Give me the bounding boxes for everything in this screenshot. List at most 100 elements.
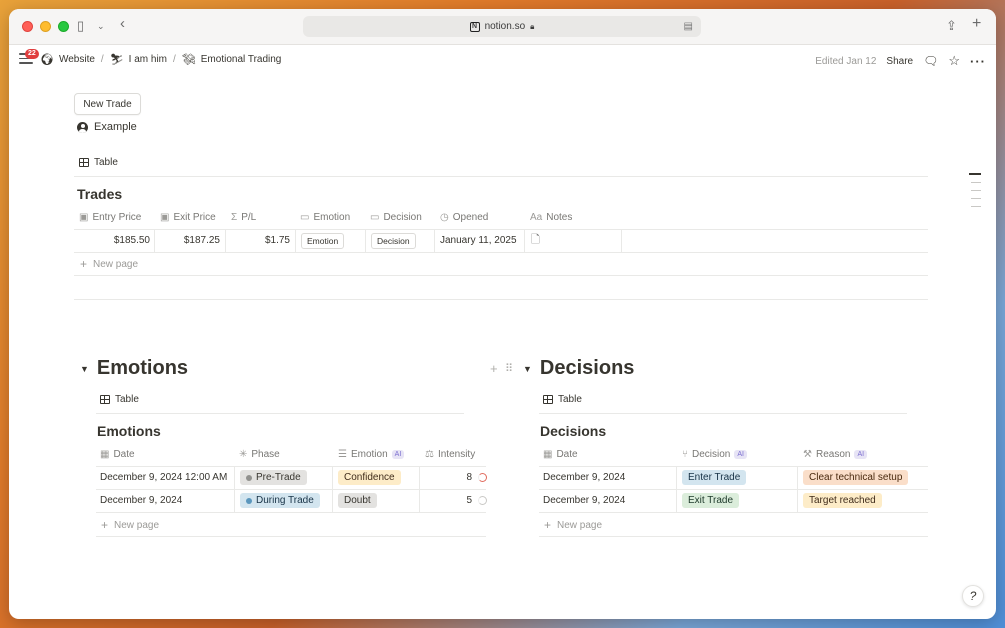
toc-line <box>971 181 981 183</box>
website-page-icon: 🌍︎ <box>40 54 54 66</box>
decision-tag: Exit Trade <box>682 493 740 508</box>
emotions-toggle-heading[interactable]: ▼ Emotions <box>80 357 188 380</box>
example-template[interactable]: Example <box>77 121 137 133</box>
emotion-button[interactable]: Emotion <box>301 232 345 249</box>
comments-icon[interactable]: 🗨︎ <box>923 54 938 68</box>
column-pl[interactable]: Σ P/L <box>231 212 256 223</box>
column-date[interactable]: ▦ Date <box>100 449 135 460</box>
cell-phase[interactable]: During Trade <box>240 489 320 512</box>
minimize-window-button[interactable] <box>40 21 51 32</box>
emotion-tag: Doubt <box>338 493 377 508</box>
add-block-icon[interactable]: + <box>490 361 498 376</box>
cell-intensity[interactable]: 5 <box>420 489 472 512</box>
column-date[interactable]: ▦ Date <box>543 449 578 460</box>
status-tag: Pre-Trade <box>240 470 307 485</box>
cell-reason[interactable]: Target reached <box>803 489 882 512</box>
cell-divider <box>434 229 435 252</box>
zoom-window-button[interactable] <box>58 21 69 32</box>
close-window-button[interactable] <box>22 21 33 32</box>
calendar-icon: ▦ <box>543 449 553 460</box>
emotions-view-tab-table[interactable]: Table <box>100 394 139 405</box>
decisions-toggle-heading[interactable]: ▼ Decisions <box>523 357 634 380</box>
toggle-triangle-icon[interactable]: ▼ <box>523 364 532 374</box>
cell-decision[interactable]: Exit Trade <box>682 489 740 512</box>
column-decision[interactable]: ⑂ Decision AI <box>682 449 747 460</box>
divider <box>539 413 907 414</box>
cell-decision[interactable]: Enter Trade <box>682 466 747 489</box>
emotions-db-title[interactable]: Emotions <box>97 423 161 439</box>
more-options-icon[interactable]: ··· <box>970 54 986 69</box>
column-emotion[interactable]: ▭ Emotion <box>300 212 350 223</box>
cell-date[interactable]: December 9, 2024 <box>543 489 625 512</box>
cell-intensity[interactable]: 8 <box>420 466 472 489</box>
notion-ai-help-button[interactable]: ? <box>962 585 984 607</box>
cell-opened[interactable]: January 11, 2025 <box>440 229 517 252</box>
new-trade-button[interactable]: New Trade <box>74 93 141 115</box>
decision-tag: Enter Trade <box>682 470 747 485</box>
edited-timestamp[interactable]: Edited Jan 12 <box>815 56 876 67</box>
ai-tag: AI <box>391 450 405 459</box>
cell-entry-price[interactable]: $185.50 <box>79 229 150 252</box>
breadcrumb-website[interactable]: Website <box>59 54 95 65</box>
column-emotion[interactable]: ☰ Emotion AI <box>338 449 405 460</box>
cell-phase[interactable]: Pre-Trade <box>240 466 307 489</box>
button-icon: ▭ <box>300 212 310 223</box>
cell-notes[interactable]: 🗋︎ <box>531 229 540 252</box>
reader-icon[interactable]: ▤ <box>684 21 693 32</box>
chevron-down-icon[interactable]: ⌄ <box>97 17 105 35</box>
breadcrumb-emotional-trading[interactable]: Emotional Trading <box>201 54 282 65</box>
cell-exit-price[interactable]: $187.25 <box>155 229 220 252</box>
breadcrumb-i-am-him[interactable]: I am him <box>129 54 167 65</box>
reason-tag: Target reached <box>803 493 882 508</box>
cell-date[interactable]: December 9, 2024 <box>543 466 625 489</box>
trades-view-tab-table[interactable]: Table <box>79 157 118 168</box>
cell-reason[interactable]: Clear technical setup <box>803 466 909 489</box>
column-entry-price[interactable]: ▣ Entry Price <box>79 212 141 223</box>
address-bar[interactable]: N notion.so 🔒︎ ▤ <box>303 16 701 37</box>
status-icon: ✳︎ <box>239 449 248 460</box>
plus-icon: + <box>544 518 552 532</box>
favorite-star-icon[interactable]: ☆ <box>948 53 960 69</box>
money-page-icon: 💸︎ <box>181 54 196 66</box>
column-phase[interactable]: ✳︎ Phase <box>239 449 280 460</box>
sidebar-toggle-icon[interactable]: ▯ <box>77 17 84 35</box>
lock-icon: 🔒︎ <box>530 21 535 31</box>
share-icon[interactable]: ⇪ <box>946 17 957 35</box>
drag-handle-icon[interactable]: ⠿ <box>505 362 513 375</box>
notification-badge: 22 <box>25 49 39 59</box>
money-icon: ▣ <box>79 212 89 223</box>
cell-date[interactable]: December 9, 2024 <box>100 489 182 512</box>
trades-new-page-button[interactable]: + New page <box>80 257 138 271</box>
back-icon[interactable]: ‹ <box>120 15 125 33</box>
toggle-triangle-icon[interactable]: ▼ <box>80 364 89 374</box>
browser-toolbar: ▯ ⌄ ‹ N notion.so 🔒︎ ▤ ⇪ + <box>9 9 996 45</box>
share-button[interactable]: Share <box>886 56 913 67</box>
notion-favicon-icon: N <box>469 21 480 32</box>
cell-emotion[interactable]: Confidence <box>338 466 401 489</box>
emotions-new-page-button[interactable]: + New page <box>101 518 159 532</box>
decisions-view-tab-table[interactable]: Table <box>543 394 582 405</box>
trades-db-title[interactable]: Trades <box>77 186 122 202</box>
column-opened[interactable]: ◷ Opened <box>440 212 488 223</box>
page-content: New Trade Example Table Trades ▣ Entry Pr… <box>9 75 996 619</box>
new-tab-icon[interactable]: + <box>972 15 981 33</box>
decisions-new-page-button[interactable]: + New page <box>544 518 602 532</box>
cell-emotion[interactable]: Doubt <box>338 489 377 512</box>
table-of-contents[interactable] <box>969 173 981 207</box>
gavel-icon: ⚒︎ <box>803 449 812 460</box>
topbar-actions: Edited Jan 12 Share 🗨︎ ☆ ··· <box>815 53 986 69</box>
status-dot <box>246 474 252 481</box>
column-notes[interactable]: Aa Notes <box>530 212 572 223</box>
notion-topbar: 22 🌍︎ Website / ⛷︎ I am him / 💸︎ Emotion… <box>9 45 996 75</box>
divider <box>96 413 464 414</box>
plus-icon: + <box>80 257 88 271</box>
column-decision[interactable]: ▭ Decision <box>370 212 422 223</box>
reason-tag: Clear technical setup <box>803 470 909 485</box>
decisions-db-title[interactable]: Decisions <box>540 423 606 439</box>
cell-date[interactable]: December 9, 2024 12:00 AM <box>100 466 227 489</box>
divider <box>74 176 928 177</box>
decision-button[interactable]: Decision <box>371 232 416 249</box>
column-intensity[interactable]: ⚖︎ Intensity <box>425 449 475 460</box>
column-reason[interactable]: ⚒︎ Reason AI <box>803 449 868 460</box>
column-exit-price[interactable]: ▣ Exit Price <box>160 212 216 223</box>
